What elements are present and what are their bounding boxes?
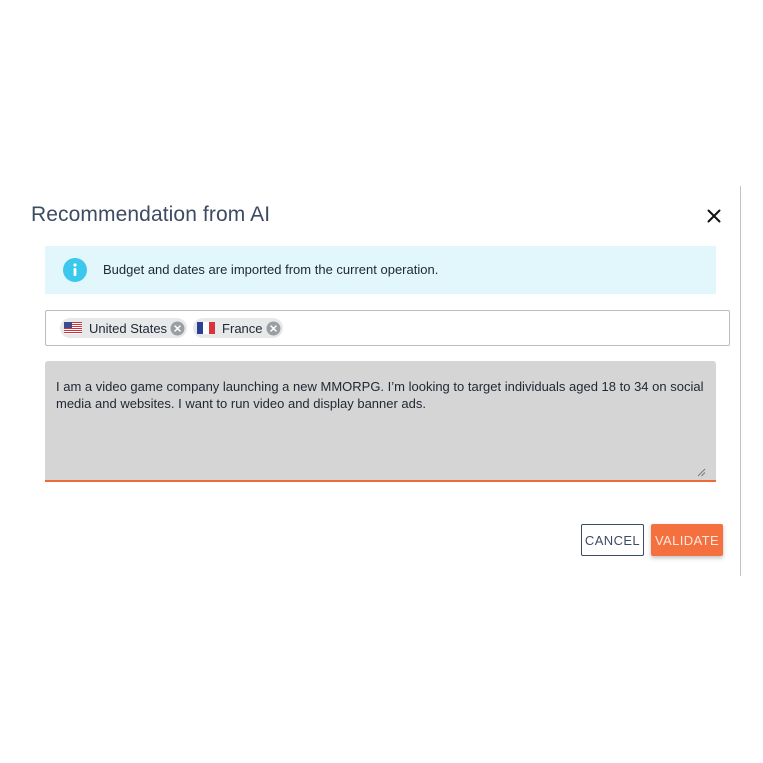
close-icon — [707, 209, 721, 223]
info-banner-text: Budget and dates are imported from the c… — [103, 262, 439, 277]
info-banner: Budget and dates are imported from the c… — [45, 246, 716, 294]
fr-flag-icon — [197, 322, 216, 334]
prompt-textarea[interactable]: I am a video game company launching a ne… — [45, 361, 716, 482]
panel-divider — [740, 186, 741, 576]
chip-label: United States — [89, 320, 168, 336]
resize-handle-icon[interactable] — [697, 468, 706, 477]
country-chip-france: France — [193, 318, 283, 338]
remove-chip-icon — [266, 321, 281, 335]
countries-select[interactable]: United States France — [45, 310, 730, 346]
validate-button[interactable]: VALIDATE — [651, 524, 723, 556]
prompt-text: I am a video game company launching a ne… — [56, 379, 704, 411]
cancel-button[interactable]: CANCEL — [581, 524, 644, 556]
chip-label: France — [222, 320, 263, 336]
us-flag-icon — [64, 322, 82, 334]
recommendation-dialog: Recommendation from AI Budget and dates … — [0, 186, 740, 576]
remove-france-button[interactable] — [266, 321, 281, 336]
remove-chip-icon — [170, 321, 185, 335]
remove-united-states-button[interactable] — [170, 321, 185, 336]
dialog-title: Recommendation from AI — [31, 203, 271, 226]
page: Recommendation from AI Budget and dates … — [0, 0, 763, 763]
close-button[interactable] — [702, 204, 726, 228]
country-chip-united-states: United States — [60, 318, 188, 338]
info-icon — [63, 258, 87, 282]
